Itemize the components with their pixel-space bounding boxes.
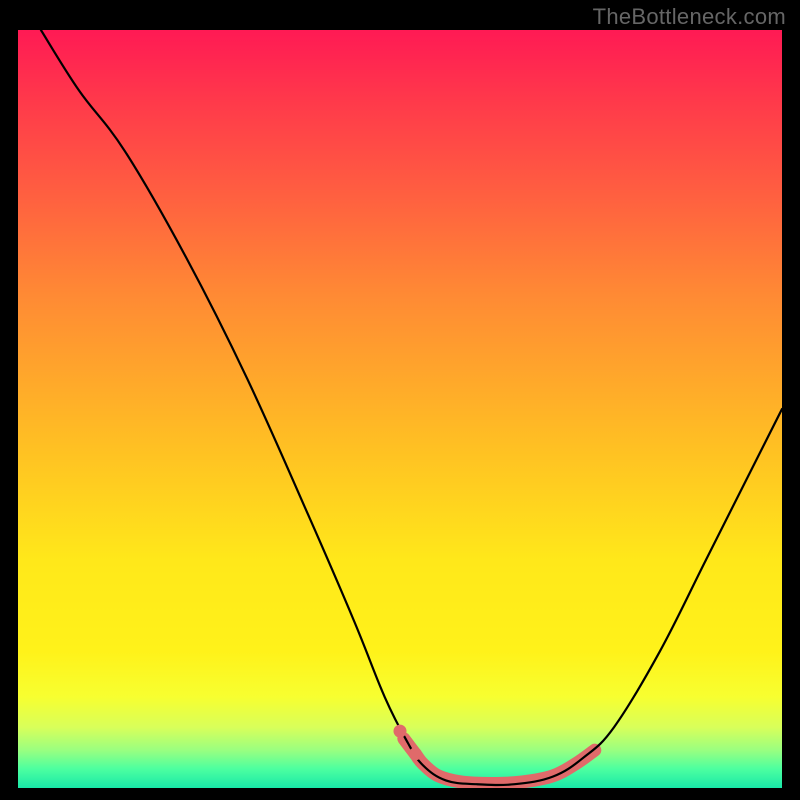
highlight-dot-0 — [393, 725, 406, 738]
chart-stage: TheBottleneck.com — [0, 0, 800, 800]
highlight-dot-1 — [409, 747, 422, 760]
chart-svg — [18, 30, 782, 788]
plot-area — [18, 30, 782, 788]
highlight-layer — [404, 739, 595, 784]
curve-path — [41, 30, 782, 785]
highlight-path — [404, 739, 595, 784]
watermark-text: TheBottleneck.com — [593, 4, 786, 30]
curve-layer — [41, 30, 782, 785]
